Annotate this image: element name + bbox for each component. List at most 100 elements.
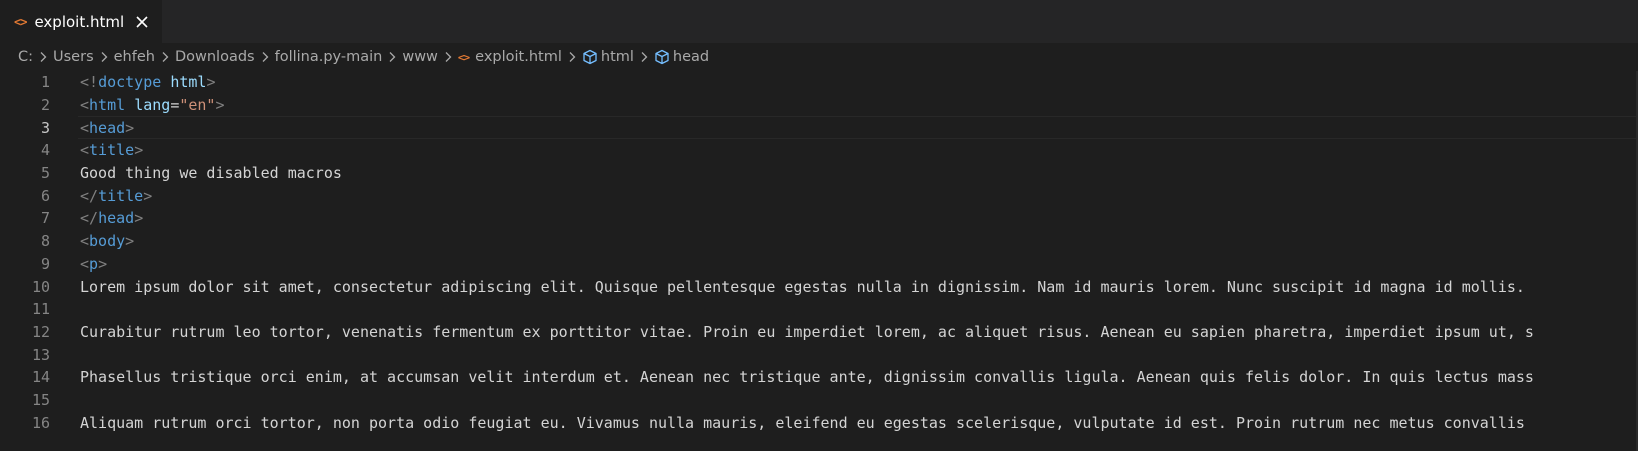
code-text: <!doctype html> bbox=[80, 73, 215, 91]
breadcrumb-file-label: exploit.html bbox=[475, 49, 562, 65]
tab-bar: <> exploit.html bbox=[0, 0, 1638, 43]
breadcrumb-item[interactable]: Users bbox=[53, 49, 94, 65]
code-token: head bbox=[89, 118, 126, 137]
code-token: > bbox=[98, 254, 108, 273]
code-token: > bbox=[134, 209, 144, 228]
code-line[interactable]: 15 bbox=[0, 389, 1638, 412]
chevron-right-icon bbox=[638, 51, 650, 63]
code-token: doctype bbox=[98, 73, 162, 92]
line-number: 15 bbox=[31, 390, 50, 409]
code-line[interactable]: 9 <p> bbox=[0, 253, 1638, 276]
chevron-right-icon bbox=[98, 51, 110, 63]
chevron-right-icon bbox=[442, 51, 454, 63]
code-line[interactable]: 3 <head> bbox=[0, 116, 1638, 139]
code-token: html bbox=[89, 96, 126, 115]
code-line[interactable]: 16 Aliquam rutrum orci tortor, non porta … bbox=[0, 411, 1638, 434]
breadcrumb-item[interactable]: follina.py-main bbox=[275, 49, 383, 65]
code-text: Good thing we disabled macros bbox=[80, 164, 342, 182]
code-line[interactable]: 12 Curabitur rutrum leo tortor, venenatis… bbox=[0, 321, 1638, 344]
line-number: 12 bbox=[31, 322, 50, 341]
code-line[interactable]: 8 <body> bbox=[0, 230, 1638, 253]
code-line[interactable]: 6 </title> bbox=[0, 184, 1638, 207]
code-token: > bbox=[206, 73, 216, 92]
code-text: <head> bbox=[80, 119, 134, 137]
tab-label: exploit.html bbox=[34, 13, 125, 31]
code-token: head bbox=[98, 209, 135, 228]
line-number: 1 bbox=[40, 73, 50, 92]
breadcrumb-symbol-label: head bbox=[672, 49, 710, 65]
line-number: 10 bbox=[31, 277, 50, 296]
breadcrumb: C: Users ehfeh Downloads follina.py-main www <… bbox=[0, 43, 1638, 71]
code-token: < bbox=[80, 254, 90, 273]
code-line[interactable]: 11 bbox=[0, 298, 1638, 321]
line-number: 8 bbox=[40, 232, 50, 251]
line-number: 11 bbox=[31, 300, 50, 319]
breadcrumb-item[interactable]: C: bbox=[18, 49, 33, 65]
line-number: 14 bbox=[31, 368, 50, 387]
code-text: Aliquam rutrum orci tortor, non porta od… bbox=[80, 414, 1534, 432]
code-text: </head> bbox=[80, 209, 143, 227]
code-token: p bbox=[89, 254, 99, 273]
breadcrumb-item[interactable]: Downloads bbox=[175, 49, 255, 65]
code-token: = bbox=[170, 96, 180, 115]
code-token: > bbox=[134, 141, 144, 160]
chevron-right-icon bbox=[37, 51, 49, 63]
line-number: 9 bbox=[40, 254, 50, 273]
code-line[interactable]: 4 <title> bbox=[0, 139, 1638, 162]
breadcrumb-item[interactable]: ehfeh bbox=[114, 49, 155, 65]
html-file-icon: <> bbox=[457, 51, 470, 64]
code-text: <title> bbox=[80, 141, 143, 159]
code-token: "en" bbox=[179, 96, 216, 115]
chevron-right-icon bbox=[386, 51, 398, 63]
code-line[interactable]: 2 <html lang="en"> bbox=[0, 94, 1638, 117]
code-line[interactable]: 13 bbox=[0, 343, 1638, 366]
code-text: <p> bbox=[80, 255, 107, 273]
code-token: Aliquam rutrum orci tortor, non porta od… bbox=[80, 413, 1534, 432]
code-token: > bbox=[125, 232, 135, 251]
code-line[interactable]: 10 Lorem ipsum dolor sit amet, consectetu… bbox=[0, 275, 1638, 298]
breadcrumb-item[interactable]: www bbox=[402, 49, 438, 65]
code-line[interactable]: 7 </head> bbox=[0, 207, 1638, 230]
code-line[interactable]: 1 <!doctype html> bbox=[0, 71, 1638, 94]
symbol-field-icon bbox=[582, 49, 598, 65]
code-line[interactable]: 14 Phasellus tristique orci enim, at accu… bbox=[0, 366, 1638, 389]
code-token: Curabitur rutrum leo tortor, venenatis f… bbox=[80, 322, 1534, 341]
code-text: Curabitur rutrum leo tortor, venenatis f… bbox=[80, 323, 1534, 341]
code-token: > bbox=[215, 96, 225, 115]
line-number: 5 bbox=[40, 164, 50, 183]
line-number: 16 bbox=[31, 413, 50, 432]
code-token: < bbox=[80, 232, 90, 251]
breadcrumb-file[interactable]: <> exploit.html bbox=[458, 49, 562, 65]
code-editor[interactable]: 1 <!doctype html> 2 <html lang="en"> 3 <head>… bbox=[0, 71, 1638, 434]
code-token: title bbox=[98, 186, 144, 205]
code-token: Phasellus tristique orci enim, at accums… bbox=[80, 368, 1534, 387]
line-number: 3 bbox=[40, 118, 50, 137]
line-number: 7 bbox=[40, 209, 50, 228]
chevron-right-icon bbox=[159, 51, 171, 63]
code-token: > bbox=[125, 118, 135, 137]
breadcrumb-symbol-head[interactable]: head bbox=[654, 49, 709, 65]
chevron-right-icon bbox=[566, 51, 578, 63]
line-number: 13 bbox=[31, 345, 50, 364]
tab-exploit-html[interactable]: <> exploit.html bbox=[0, 0, 163, 43]
code-text: </title> bbox=[80, 187, 152, 205]
code-text: <html lang="en"> bbox=[80, 96, 225, 114]
code-token: body bbox=[89, 232, 126, 251]
code-text: Phasellus tristique orci enim, at accums… bbox=[80, 368, 1534, 386]
close-icon[interactable] bbox=[134, 14, 150, 30]
code-token: Good thing we disabled macros bbox=[80, 164, 342, 183]
code-text: Lorem ipsum dolor sit amet, consectetur … bbox=[80, 278, 1534, 296]
code-token: </ bbox=[80, 209, 99, 228]
line-number: 6 bbox=[40, 186, 50, 205]
code-token: title bbox=[89, 141, 135, 160]
code-line[interactable]: 5 Good thing we disabled macros bbox=[0, 162, 1638, 185]
code-token: < bbox=[80, 141, 90, 160]
breadcrumb-symbol-label: html bbox=[600, 49, 634, 65]
code-token: </ bbox=[80, 186, 99, 205]
symbol-field-icon bbox=[654, 49, 670, 65]
breadcrumb-symbol-html[interactable]: html bbox=[582, 49, 634, 65]
chevron-right-icon bbox=[259, 51, 271, 63]
code-token: <! bbox=[80, 73, 99, 92]
